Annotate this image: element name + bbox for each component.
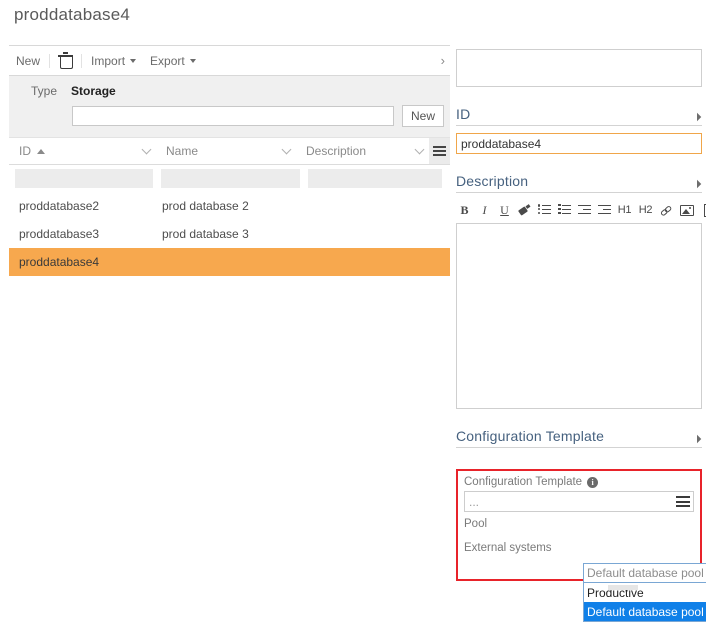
chevron-down-icon[interactable]	[282, 145, 292, 155]
chevron-right-icon[interactable]: ›	[438, 46, 448, 75]
type-input-row: New	[9, 105, 450, 127]
indent-icon[interactable]	[596, 201, 613, 219]
underline-icon[interactable]: U	[496, 201, 513, 219]
storage-name-input[interactable]	[72, 106, 394, 126]
toolbar-divider	[49, 54, 50, 68]
outdent-icon[interactable]	[576, 201, 593, 219]
pool-combobox[interactable]: Default database pool Productive Default…	[583, 563, 706, 622]
configuration-template-section-header: Configuration Template	[456, 421, 702, 448]
partial-next-field-input	[608, 585, 638, 590]
column-header-description[interactable]: Description	[296, 138, 429, 164]
table-row[interactable]: proddatabase2 prod database 2	[9, 192, 450, 220]
grid-filter-row	[9, 165, 450, 192]
image-icon[interactable]	[678, 201, 695, 219]
format-paint-icon[interactable]	[516, 201, 533, 219]
heading-2-icon[interactable]: H2	[637, 201, 654, 219]
id-section-title: ID	[456, 106, 470, 125]
configuration-template-field-label-row: Configuration Template i	[464, 476, 694, 488]
description-section-title: Description	[456, 173, 528, 192]
configuration-template-select-value: ...	[469, 495, 479, 509]
external-systems-label: External systems	[464, 542, 586, 554]
import-menu-button[interactable]: Import	[84, 46, 143, 75]
column-menu-icon[interactable]	[429, 138, 450, 164]
id-field[interactable]	[456, 133, 702, 154]
chevron-down-icon[interactable]	[142, 145, 152, 155]
description-section-header: Description	[456, 166, 702, 193]
left-panel: New Import Export › Type Storage New I	[9, 45, 450, 565]
filter-input-description[interactable]	[308, 169, 442, 188]
chevron-down-icon	[190, 59, 196, 63]
import-label: Import	[91, 54, 125, 68]
trash-icon	[59, 54, 72, 68]
create-new-button[interactable]: New	[402, 105, 444, 127]
export-menu-button[interactable]: Export	[143, 46, 203, 75]
id-section-header: ID	[456, 99, 702, 126]
cell-id: proddatabase2	[9, 199, 156, 213]
resize-handle-icon[interactable]	[693, 180, 701, 188]
configuration-template-highlight-box: Configuration Template i ... Pool Extern…	[456, 469, 702, 581]
pool-option-productive[interactable]: Productive	[584, 583, 706, 602]
resize-handle-icon[interactable]	[693, 435, 701, 443]
pool-combobox-input[interactable]: Default database pool	[583, 563, 706, 583]
column-header-id-label: ID	[19, 144, 31, 158]
grid-header: ID Name Description	[9, 138, 450, 165]
chevron-down-icon	[130, 59, 136, 63]
pool-option-default-database-pool[interactable]: Default database pool	[584, 602, 706, 621]
table-row-selected[interactable]: proddatabase4	[9, 248, 450, 276]
column-header-id[interactable]: ID	[9, 138, 156, 164]
page-title: proddatabase4	[14, 5, 130, 25]
bullet-list-icon[interactable]	[536, 201, 553, 219]
type-label: Type	[31, 84, 57, 98]
table-row[interactable]: proddatabase3 prod database 3	[9, 220, 450, 248]
configuration-template-field-label: Configuration Template	[464, 476, 582, 488]
column-header-name-label: Name	[166, 144, 198, 158]
numbered-list-icon[interactable]	[556, 201, 573, 219]
fullscreen-icon[interactable]	[698, 201, 706, 219]
pool-label: Pool	[464, 518, 586, 530]
column-header-description-label: Description	[306, 144, 366, 158]
heading-1-icon[interactable]: H1	[616, 201, 633, 219]
rich-text-toolbar: B I U H1 H2	[456, 199, 702, 221]
link-icon[interactable]	[658, 201, 675, 219]
list-menu-icon[interactable]	[676, 494, 690, 509]
cell-name: prod database 2	[156, 199, 296, 213]
detail-panel: ID Description B I U H1 H2 C	[456, 45, 702, 581]
pool-combobox-list: Productive Default database pool	[583, 583, 706, 622]
cell-id: proddatabase4	[9, 255, 156, 269]
configuration-template-section-title: Configuration Template	[456, 428, 604, 447]
toolbar-divider	[81, 54, 82, 68]
filter-input-name[interactable]	[161, 169, 299, 188]
type-value: Storage	[71, 84, 116, 98]
list-toolbar: New Import Export ›	[9, 45, 450, 76]
description-editor[interactable]	[456, 223, 702, 409]
column-header-name[interactable]: Name	[156, 138, 296, 164]
filter-input-id[interactable]	[15, 169, 153, 188]
new-button[interactable]: New	[9, 46, 47, 75]
pool-field-row: Pool	[464, 512, 694, 536]
italic-icon[interactable]: I	[476, 201, 493, 219]
external-systems-field-row: External systems	[464, 536, 694, 560]
bold-icon[interactable]: B	[456, 201, 473, 219]
cell-id: proddatabase3	[9, 227, 156, 241]
resize-handle-icon[interactable]	[693, 113, 701, 121]
type-row: Type Storage	[9, 84, 450, 98]
info-icon[interactable]: i	[587, 477, 598, 488]
sort-ascending-icon	[37, 149, 45, 154]
configuration-template-select[interactable]: ...	[464, 491, 694, 512]
chevron-down-icon[interactable]	[415, 145, 425, 155]
delete-button[interactable]	[52, 46, 79, 75]
export-label: Export	[150, 54, 185, 68]
partial-next-field-label	[464, 581, 584, 592]
type-bar: Type Storage New	[9, 76, 450, 138]
detail-header-box[interactable]	[456, 49, 702, 87]
cell-name: prod database 3	[156, 227, 296, 241]
